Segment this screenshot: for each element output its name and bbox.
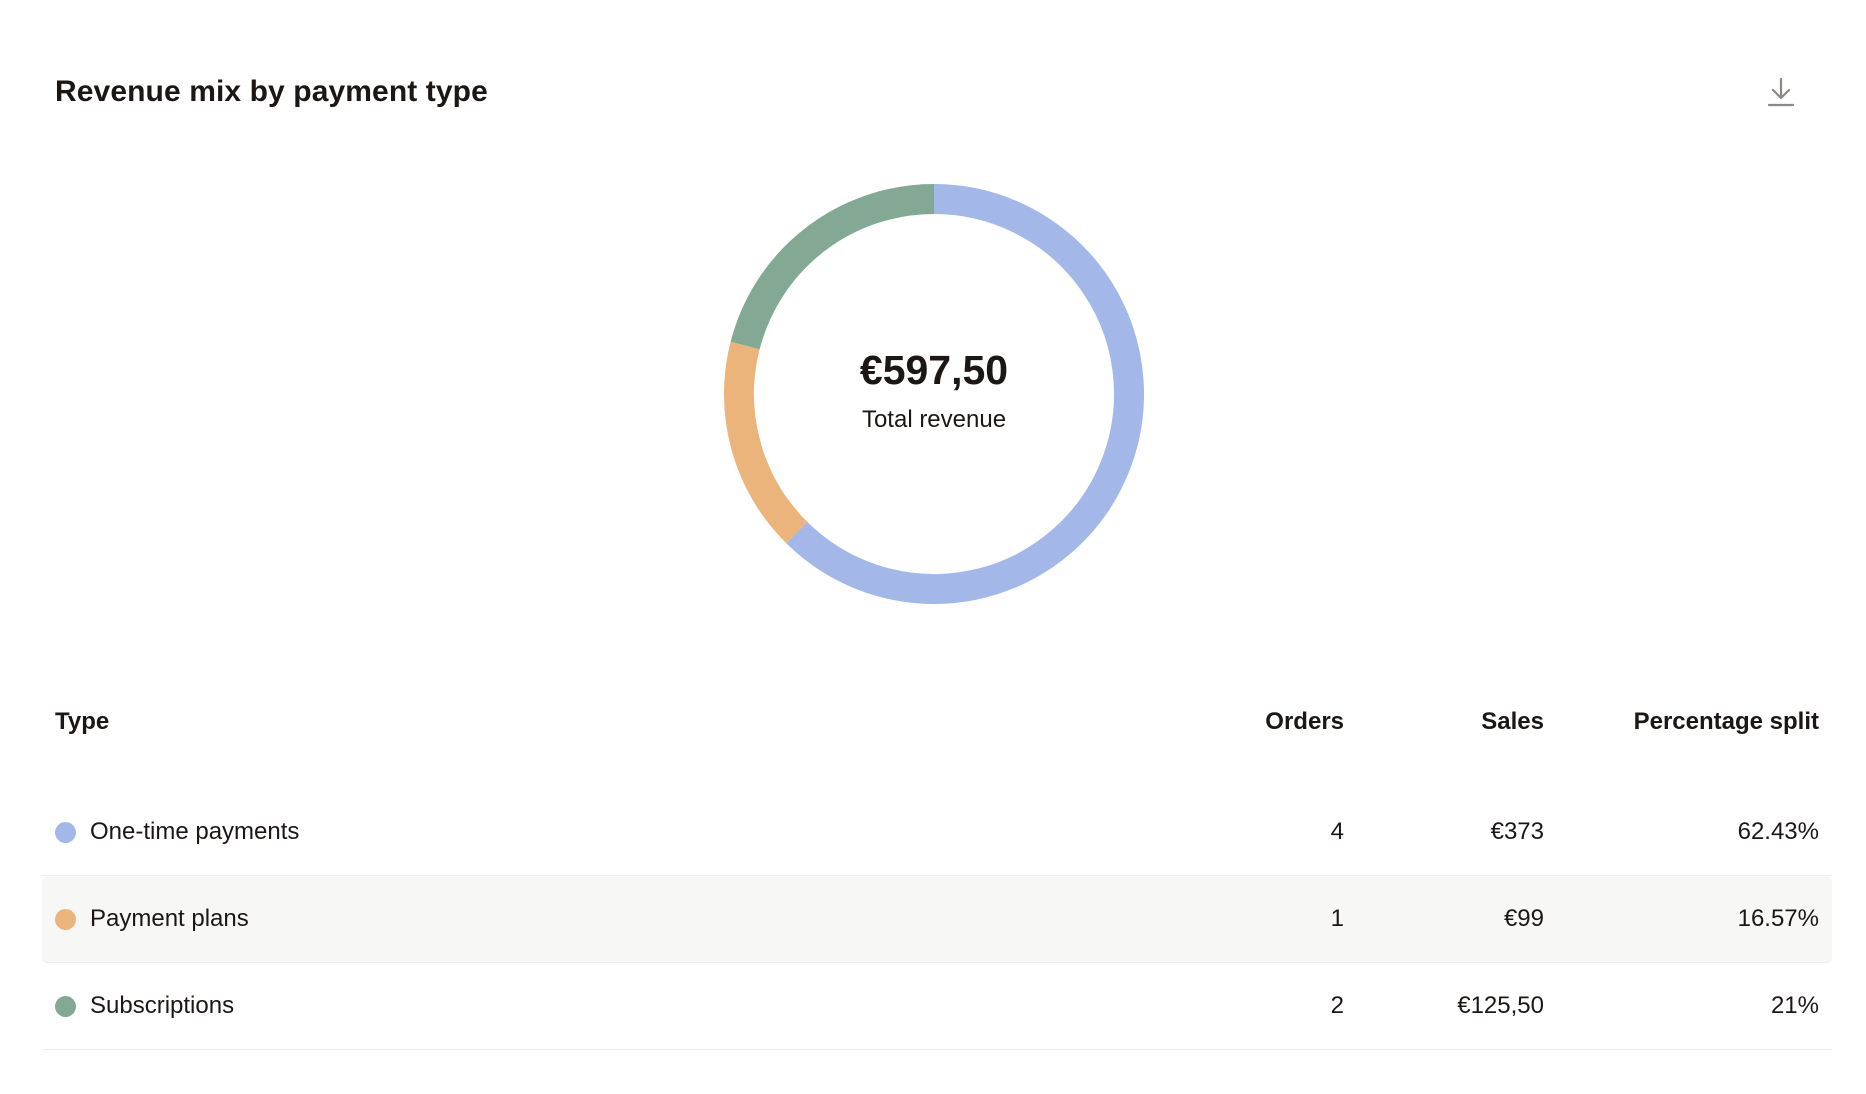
row-orders: 1 xyxy=(1330,905,1344,932)
download-icon xyxy=(1767,77,1795,107)
row-type-label: One-time payments xyxy=(90,818,300,845)
row-percentage: 16.57% xyxy=(1737,905,1819,932)
row-type-label: Subscriptions xyxy=(90,992,235,1019)
table-row[interactable]: One-time payments 4 €373 62.43% xyxy=(42,789,1832,876)
row-sales: €99 xyxy=(1503,905,1544,932)
payment-type-table: Type Orders Sales Percentage split One-t… xyxy=(42,690,1832,1050)
col-header-sales: Sales xyxy=(1481,708,1544,735)
legend-dot xyxy=(55,821,76,843)
row-percentage: 62.43% xyxy=(1737,818,1819,845)
revenue-mix-card: Revenue mix by payment type €597,50 Tota… xyxy=(0,0,1866,1094)
row-orders: 4 xyxy=(1330,818,1344,845)
legend-dot xyxy=(55,995,76,1017)
revenue-donut-chart: €597,50 Total revenue xyxy=(724,184,1144,604)
download-button[interactable] xyxy=(1761,72,1801,112)
table-body: One-time payments 4 €373 62.43% Payment … xyxy=(42,789,1832,1050)
row-percentage: 21% xyxy=(1770,992,1819,1019)
total-revenue-value: €597,50 xyxy=(859,346,1009,393)
donut-center: €597,50 Total revenue xyxy=(724,184,1144,604)
row-sales: €373 xyxy=(1490,818,1544,845)
card-header: Revenue mix by payment type xyxy=(55,70,1811,114)
table-header: Type Orders Sales Percentage split xyxy=(42,690,1832,754)
table-row[interactable]: Payment plans 1 €99 16.57% xyxy=(42,876,1832,963)
total-revenue-caption: Total revenue xyxy=(861,405,1007,433)
legend-dot xyxy=(55,908,76,930)
row-orders: 2 xyxy=(1330,992,1344,1019)
col-header-orders: Orders xyxy=(1265,708,1344,735)
table-row[interactable]: Subscriptions 2 €125,50 21% xyxy=(42,963,1832,1050)
card-title: Revenue mix by payment type xyxy=(55,75,488,108)
row-type-label: Payment plans xyxy=(90,905,249,932)
row-sales: €125,50 xyxy=(1457,992,1544,1019)
col-header-type: Type xyxy=(55,708,110,735)
col-header-percentage: Percentage split xyxy=(1633,708,1819,735)
